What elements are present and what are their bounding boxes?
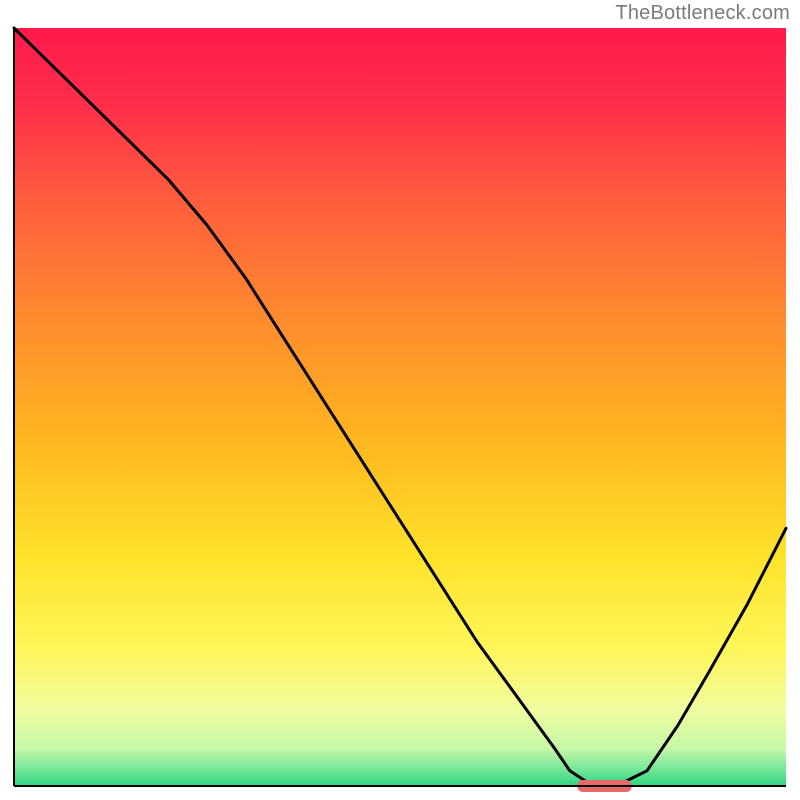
chart-svg	[0, 0, 800, 800]
chart-container: TheBottleneck.com	[0, 0, 800, 800]
attribution-text: TheBottleneck.com	[615, 2, 790, 25]
